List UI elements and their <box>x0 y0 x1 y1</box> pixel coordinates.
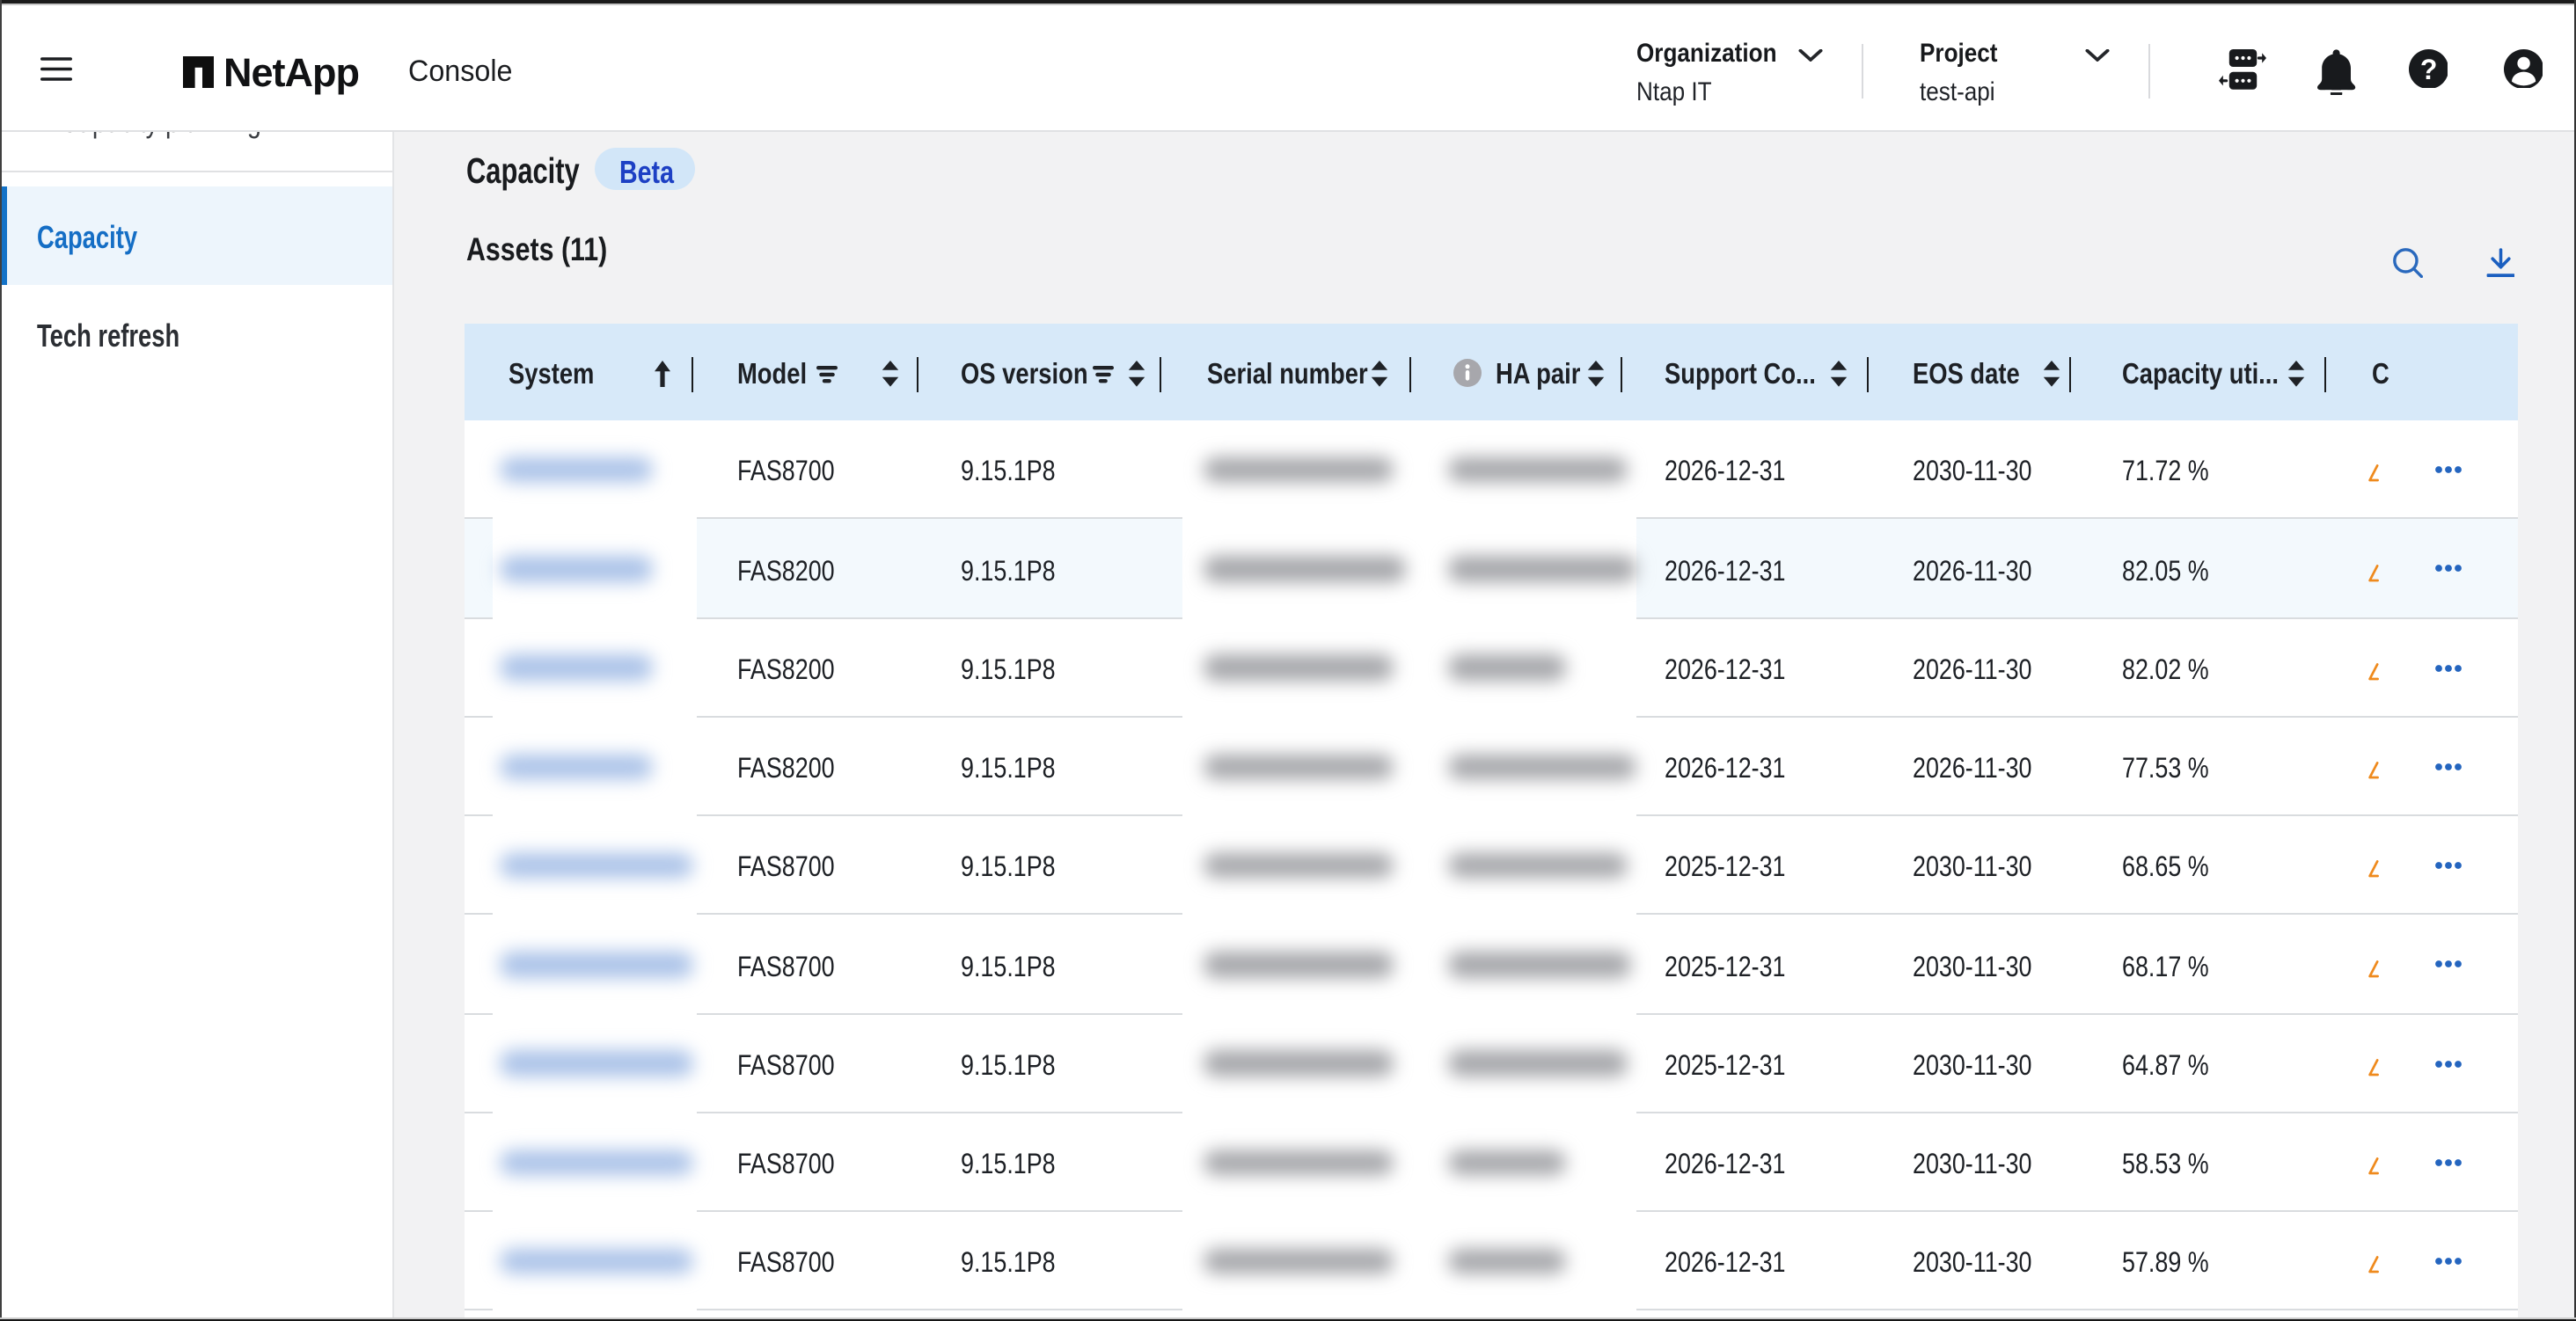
svg-text:?: ? <box>2419 54 2437 85</box>
